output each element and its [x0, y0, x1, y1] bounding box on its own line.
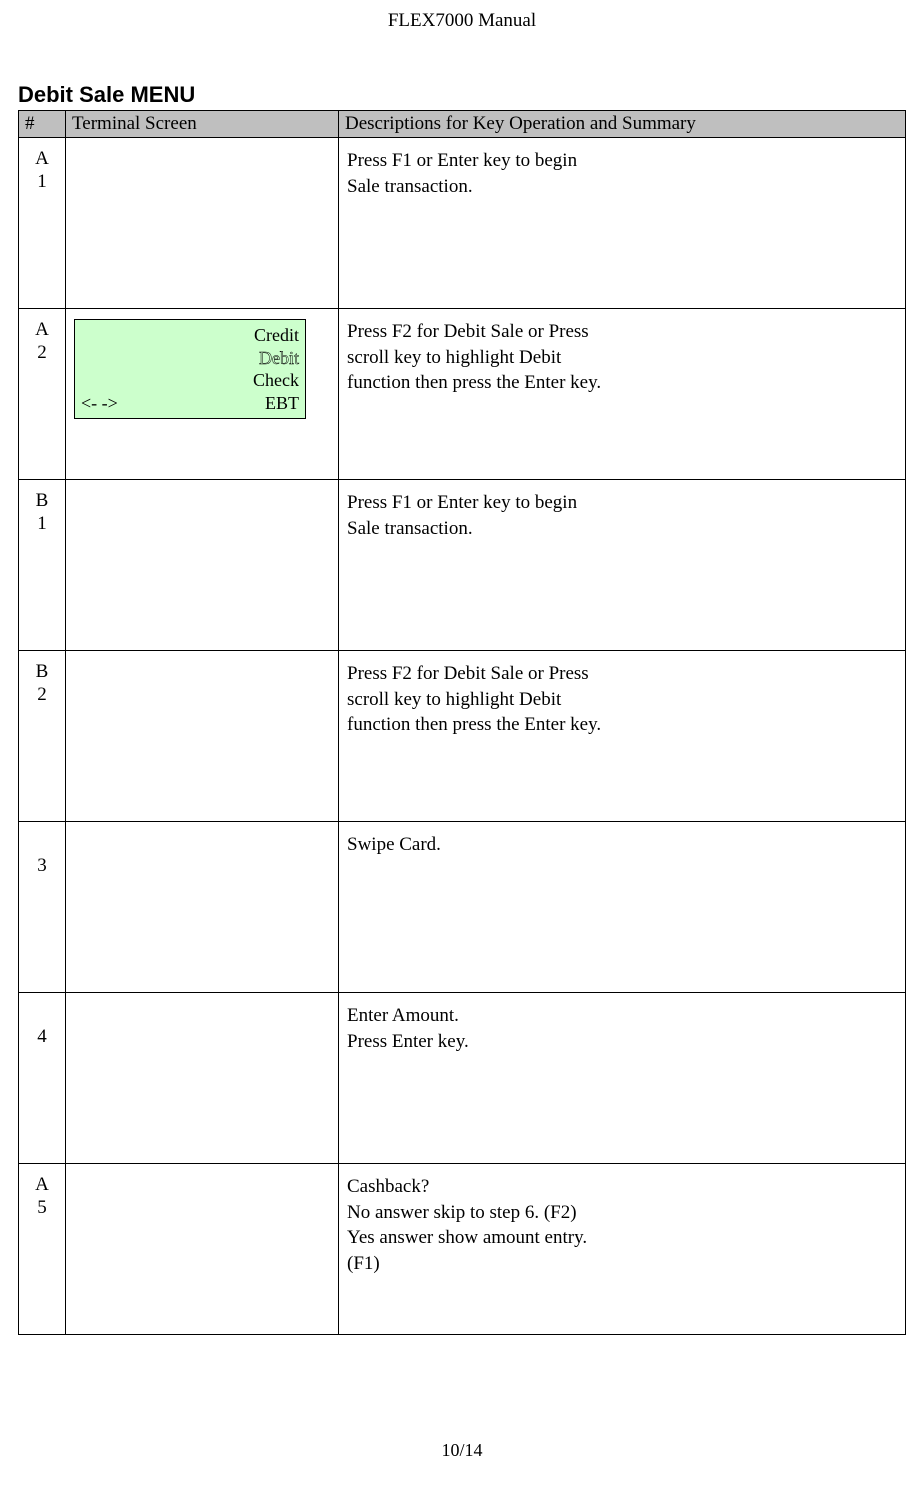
desc-line: Press F1 or Enter key to begin [347, 150, 577, 171]
terminal-screen-cell [66, 993, 339, 1164]
terminal-line-ebt: EBT [118, 392, 299, 415]
description-cell: Swipe Card. [339, 822, 906, 993]
step-letter: B [36, 490, 49, 511]
desc-line: Enter Amount. [347, 1005, 459, 1026]
desc-line: Sale transaction. [347, 518, 473, 539]
desc-line: Press F1 or Enter key to begin [347, 492, 577, 513]
terminal-line-check: Check [81, 369, 299, 392]
terminal-line-debit: Debit [81, 347, 299, 370]
desc-line: No answer skip to step 6. (F2) [347, 1202, 577, 1223]
table-row: B 1 Press F1 or Enter key to begin Sale … [19, 480, 906, 651]
description-cell: Cashback? No answer skip to step 6. (F2)… [339, 1164, 906, 1335]
step-cell: B 1 [19, 480, 66, 651]
table-row: A 1 Press F1 or Enter key to begin Sale … [19, 138, 906, 309]
step-cell: A 1 [19, 138, 66, 309]
terminal-screen-cell [66, 822, 339, 993]
desc-line: Yes answer show amount entry. [347, 1227, 587, 1248]
desc-line: Press F2 for Debit Sale or Press [347, 321, 589, 342]
step-letter: A [35, 319, 49, 340]
terminal-screen-cell [66, 1164, 339, 1335]
col-header-num: # [19, 111, 66, 138]
section-title: Debit Sale MENU [18, 82, 906, 108]
table-row: A 2 Credit Debit Check <- -> EBT [19, 309, 906, 480]
desc-line: scroll key to highlight Debit [347, 689, 561, 710]
page-number: 10/14 [0, 1440, 924, 1461]
step-cell: A 2 [19, 309, 66, 480]
page: FLEX7000 Manual Debit Sale MENU # Termin… [0, 0, 924, 1489]
description-cell: Enter Amount. Press Enter key. [339, 993, 906, 1164]
step-number: 5 [37, 1197, 47, 1218]
terminal-screen-cell: Credit Debit Check <- -> EBT [66, 309, 339, 480]
description-cell: Press F2 for Debit Sale or Press scroll … [339, 651, 906, 822]
step-letter: A [35, 148, 49, 169]
terminal-screen-cell [66, 480, 339, 651]
table-row: A 5 Cashback? No answer skip to step 6. … [19, 1164, 906, 1335]
desc-line: function then press the Enter key. [347, 714, 601, 735]
description-cell: Press F1 or Enter key to begin Sale tran… [339, 138, 906, 309]
steps-table: # Terminal Screen Descriptions for Key O… [18, 110, 906, 1335]
step-cell: A 5 [19, 1164, 66, 1335]
desc-line: Press F2 for Debit Sale or Press [347, 663, 589, 684]
step-cell: 4 [19, 993, 66, 1164]
col-header-desc: Descriptions for Key Operation and Summa… [339, 111, 906, 138]
terminal-nav-arrows: <- -> [81, 392, 118, 415]
terminal-line-credit: Credit [81, 324, 299, 347]
desc-line: function then press the Enter key. [347, 372, 601, 393]
step-number: 4 [37, 1026, 47, 1047]
step-number: 3 [37, 855, 47, 876]
terminal-screen-cell [66, 651, 339, 822]
step-cell: B 2 [19, 651, 66, 822]
desc-line: Sale transaction. [347, 176, 473, 197]
description-cell: Press F2 for Debit Sale or Press scroll … [339, 309, 906, 480]
description-cell: Press F1 or Enter key to begin Sale tran… [339, 480, 906, 651]
desc-line: scroll key to highlight Debit [347, 347, 561, 368]
step-number: 1 [37, 513, 47, 534]
desc-line: Press Enter key. [347, 1031, 469, 1052]
doc-header: FLEX7000 Manual [18, 10, 906, 32]
step-number: 2 [37, 684, 47, 705]
desc-line: Swipe Card. [347, 834, 441, 855]
col-header-screen: Terminal Screen [66, 111, 339, 138]
table-row: 3 Swipe Card. [19, 822, 906, 993]
table-row: 4 Enter Amount. Press Enter key. [19, 993, 906, 1164]
step-number: 1 [37, 171, 47, 192]
desc-line: (F1) [347, 1253, 380, 1274]
desc-line: Cashback? [347, 1176, 429, 1197]
step-letter: B [36, 661, 49, 682]
terminal-display: Credit Debit Check <- -> EBT [74, 319, 306, 419]
table-row: B 2 Press F2 for Debit Sale or Press scr… [19, 651, 906, 822]
terminal-screen-cell [66, 138, 339, 309]
step-number: 2 [37, 342, 47, 363]
step-cell: 3 [19, 822, 66, 993]
step-letter: A [35, 1174, 49, 1195]
